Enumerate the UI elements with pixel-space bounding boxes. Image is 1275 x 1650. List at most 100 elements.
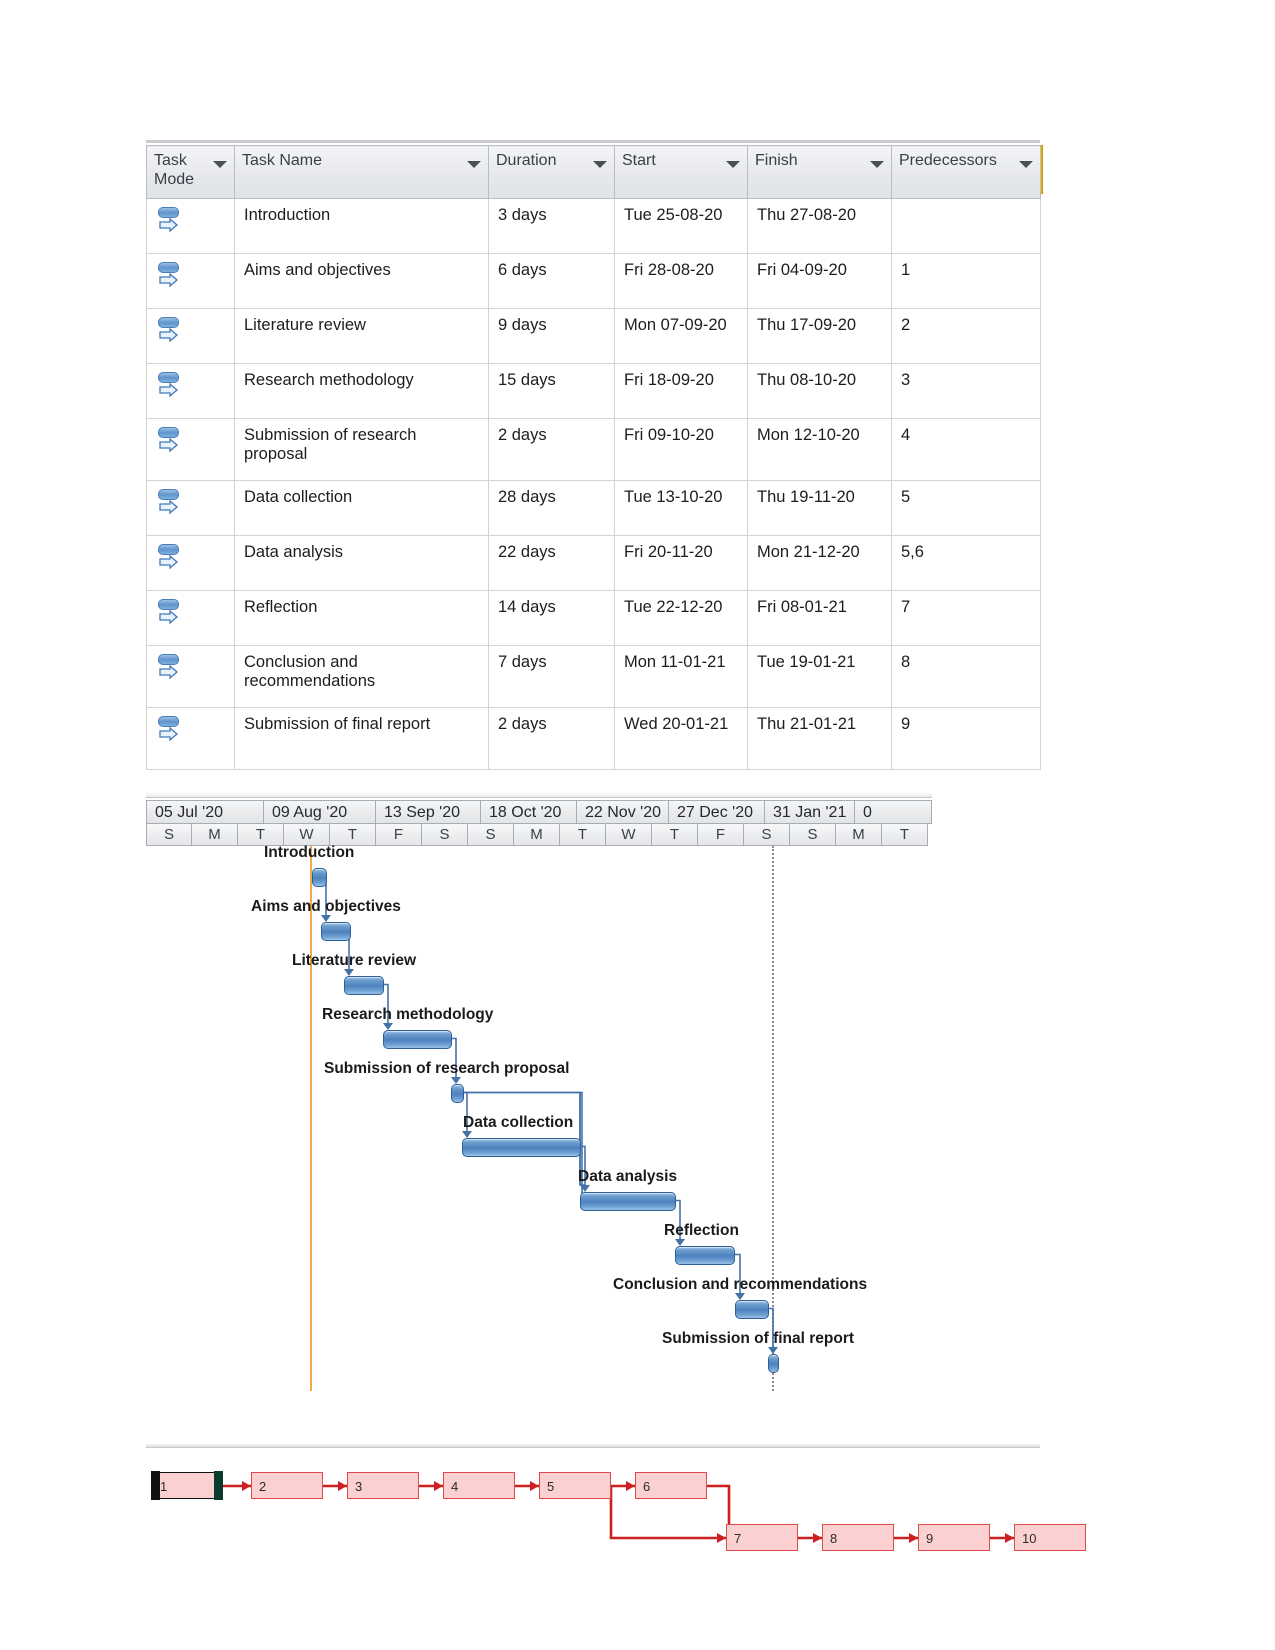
chevron-down-icon[interactable] [870,161,884,168]
network-node[interactable]: 5 [539,1472,611,1499]
cell-duration[interactable]: 14 days [488,590,615,646]
gantt-bar[interactable] [675,1246,735,1265]
cell-task-mode[interactable] [146,707,235,770]
cell-task-mode[interactable] [146,418,235,481]
chevron-down-icon[interactable] [726,161,740,168]
column-header-start[interactable]: Start [614,145,748,199]
gantt-bar[interactable] [768,1354,779,1373]
gantt-bar[interactable] [383,1030,452,1049]
gantt-bar[interactable] [321,922,351,941]
cell-finish[interactable]: Thu 21-01-21 [747,707,892,770]
network-node[interactable]: 9 [918,1524,990,1551]
column-header-finish[interactable]: Finish [747,145,892,199]
cell-duration[interactable]: 22 days [488,535,615,591]
cell-task-name[interactable]: Reflection [234,590,489,646]
cell-finish[interactable]: Thu 08-10-20 [747,363,892,419]
table-row[interactable]: Reflection 14 days Tue 22-12-20 Fri 08-01-2… [146,590,1041,646]
column-header-predecessors[interactable]: Predecessors [891,145,1041,199]
cell-task-name[interactable]: Data collection [234,480,489,536]
network-node[interactable]: 4 [443,1472,515,1499]
cell-finish[interactable]: Mon 12-10-20 [747,418,892,481]
gantt-bar[interactable] [462,1138,581,1157]
table-row[interactable]: Conclusion and recommendations 7 days Mon … [146,645,1041,708]
cell-task-mode[interactable] [146,198,235,254]
cell-start[interactable]: Tue 25-08-20 [614,198,748,254]
cell-start[interactable]: Fri 20-11-20 [614,535,748,591]
cell-predecessors[interactable]: 9 [891,707,1041,770]
cell-duration[interactable]: 28 days [488,480,615,536]
cell-task-name[interactable]: Data analysis [234,535,489,591]
network-node[interactable]: 8 [822,1524,894,1551]
cell-start[interactable]: Mon 07-09-20 [614,308,748,364]
cell-duration[interactable]: 9 days [488,308,615,364]
cell-predecessors[interactable]: 3 [891,363,1041,419]
cell-task-mode[interactable] [146,480,235,536]
network-node[interactable]: 6 [635,1472,707,1499]
cell-predecessors[interactable]: 2 [891,308,1041,364]
cell-duration[interactable]: 3 days [488,198,615,254]
cell-task-name[interactable]: Research methodology [234,363,489,419]
table-row[interactable]: Research methodology 15 days Fri 18-09-20 T… [146,363,1041,419]
column-header-duration[interactable]: Duration [488,145,615,199]
cell-duration[interactable]: 2 days [488,418,615,481]
cell-duration[interactable]: 7 days [488,645,615,708]
chevron-down-icon[interactable] [593,161,607,168]
cell-predecessors[interactable] [891,198,1041,254]
table-row[interactable]: Introduction 3 days Tue 25-08-20 Thu 27-08-… [146,198,1041,254]
table-row[interactable]: Submission of research proposal 2 days Fri… [146,418,1041,481]
cell-start[interactable]: Fri 18-09-20 [614,363,748,419]
cell-task-mode[interactable] [146,308,235,364]
cell-task-name[interactable]: Submission of final report [234,707,489,770]
network-node[interactable]: 7 [726,1524,798,1551]
table-row[interactable]: Literature review 9 days Mon 07-09-20 Thu 1… [146,308,1041,364]
column-header-task-name[interactable]: Task Name [234,145,489,199]
cell-task-mode[interactable] [146,590,235,646]
cell-predecessors[interactable]: 5 [891,480,1041,536]
table-row[interactable]: Submission of final report 2 days Wed 20-0… [146,707,1041,770]
gantt-bar[interactable] [344,976,384,995]
cell-task-mode[interactable] [146,535,235,591]
cell-finish[interactable]: Thu 27-08-20 [747,198,892,254]
cell-duration[interactable]: 15 days [488,363,615,419]
cell-finish[interactable]: Thu 17-09-20 [747,308,892,364]
cell-predecessors[interactable]: 1 [891,253,1041,309]
network-node[interactable]: 10 [1014,1524,1086,1551]
gantt-bar[interactable] [735,1300,769,1319]
gantt-bar[interactable] [312,868,327,887]
network-node[interactable]: 3 [347,1472,419,1499]
cell-predecessors[interactable]: 5,6 [891,535,1041,591]
cell-task-name[interactable]: Submission of research proposal [234,418,489,481]
cell-start[interactable]: Tue 22-12-20 [614,590,748,646]
cell-start[interactable]: Fri 09-10-20 [614,418,748,481]
cell-start[interactable]: Tue 13-10-20 [614,480,748,536]
table-row[interactable]: Data analysis 22 days Fri 20-11-20 Mon 21-1… [146,535,1041,591]
chevron-down-icon[interactable] [1019,161,1033,168]
cell-task-name[interactable]: Introduction [234,198,489,254]
cell-task-mode[interactable] [146,253,235,309]
cell-predecessors[interactable]: 7 [891,590,1041,646]
table-row[interactable]: Aims and objectives 6 days Fri 28-08-20 Fri… [146,253,1041,309]
cell-finish[interactable]: Mon 21-12-20 [747,535,892,591]
chevron-down-icon[interactable] [213,161,227,168]
cell-predecessors[interactable]: 4 [891,418,1041,481]
column-header-task-mode[interactable]: Task Mode [146,145,235,199]
cell-start[interactable]: Fri 28-08-20 [614,253,748,309]
cell-task-mode[interactable] [146,363,235,419]
cell-task-mode[interactable] [146,645,235,708]
cell-finish[interactable]: Fri 08-01-21 [747,590,892,646]
cell-task-name[interactable]: Conclusion and recommendations [234,645,489,708]
cell-duration[interactable]: 2 days [488,707,615,770]
cell-start[interactable]: Mon 11-01-21 [614,645,748,708]
cell-finish[interactable]: Tue 19-01-21 [747,645,892,708]
gantt-bar[interactable] [580,1192,676,1211]
cell-task-name[interactable]: Literature review [234,308,489,364]
gantt-bar[interactable] [451,1084,464,1103]
network-node[interactable]: 1 [151,1471,223,1501]
network-node[interactable]: 2 [251,1472,323,1499]
table-row[interactable]: Data collection 28 days Tue 13-10-20 Thu 19… [146,480,1041,536]
cell-predecessors[interactable]: 8 [891,645,1041,708]
cell-start[interactable]: Wed 20-01-21 [614,707,748,770]
cell-finish[interactable]: Thu 19-11-20 [747,480,892,536]
cell-task-name[interactable]: Aims and objectives [234,253,489,309]
cell-finish[interactable]: Fri 04-09-20 [747,253,892,309]
